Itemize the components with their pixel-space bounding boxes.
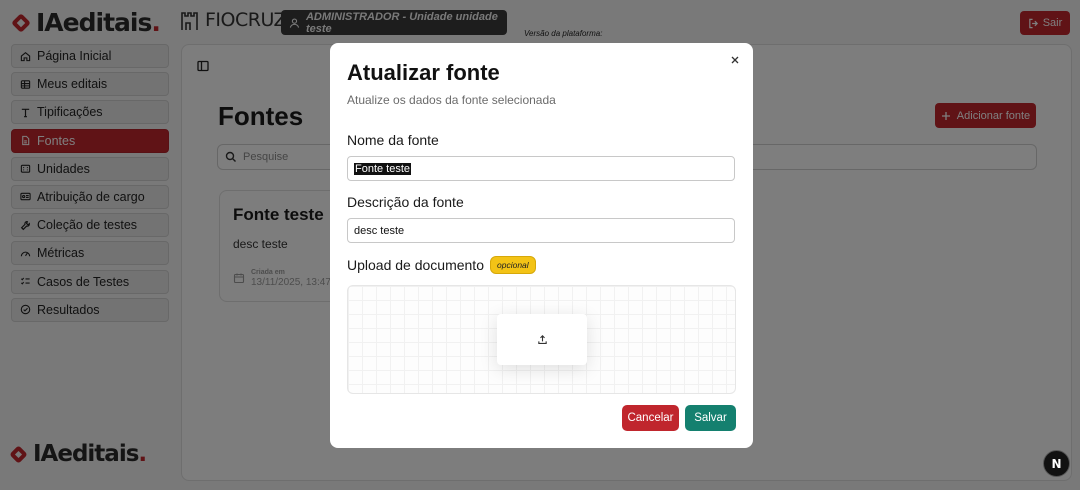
source-description-input[interactable]: desc teste	[347, 218, 735, 243]
optional-badge: opcional	[490, 256, 536, 274]
upload-icon	[537, 335, 547, 344]
update-source-dialog: Atualizar fonte Atualize os dados da fon…	[330, 43, 753, 448]
nextjs-badge-letter: N	[1051, 456, 1062, 471]
upload-label: Upload de documento	[347, 257, 484, 273]
upload-dropzone[interactable]	[347, 285, 736, 394]
upload-button[interactable]	[497, 314, 587, 365]
source-name-label: Nome da fonte	[347, 132, 439, 148]
source-description-value: desc teste	[354, 224, 405, 237]
upload-label-row: Upload de documento opcional	[347, 256, 536, 274]
dialog-subtitle: Atualize os dados da fonte selecionada	[347, 93, 556, 107]
source-name-input[interactable]: Fonte teste	[347, 156, 735, 181]
close-icon[interactable]	[729, 54, 741, 66]
source-name-value: Fonte teste	[354, 162, 412, 175]
nextjs-dev-badge[interactable]: N	[1043, 450, 1070, 477]
cancel-button[interactable]: Cancelar	[622, 405, 679, 431]
dialog-title: Atualizar fonte	[347, 60, 500, 85]
source-description-label: Descrição da fonte	[347, 194, 464, 210]
save-button[interactable]: Salvar	[685, 405, 736, 431]
